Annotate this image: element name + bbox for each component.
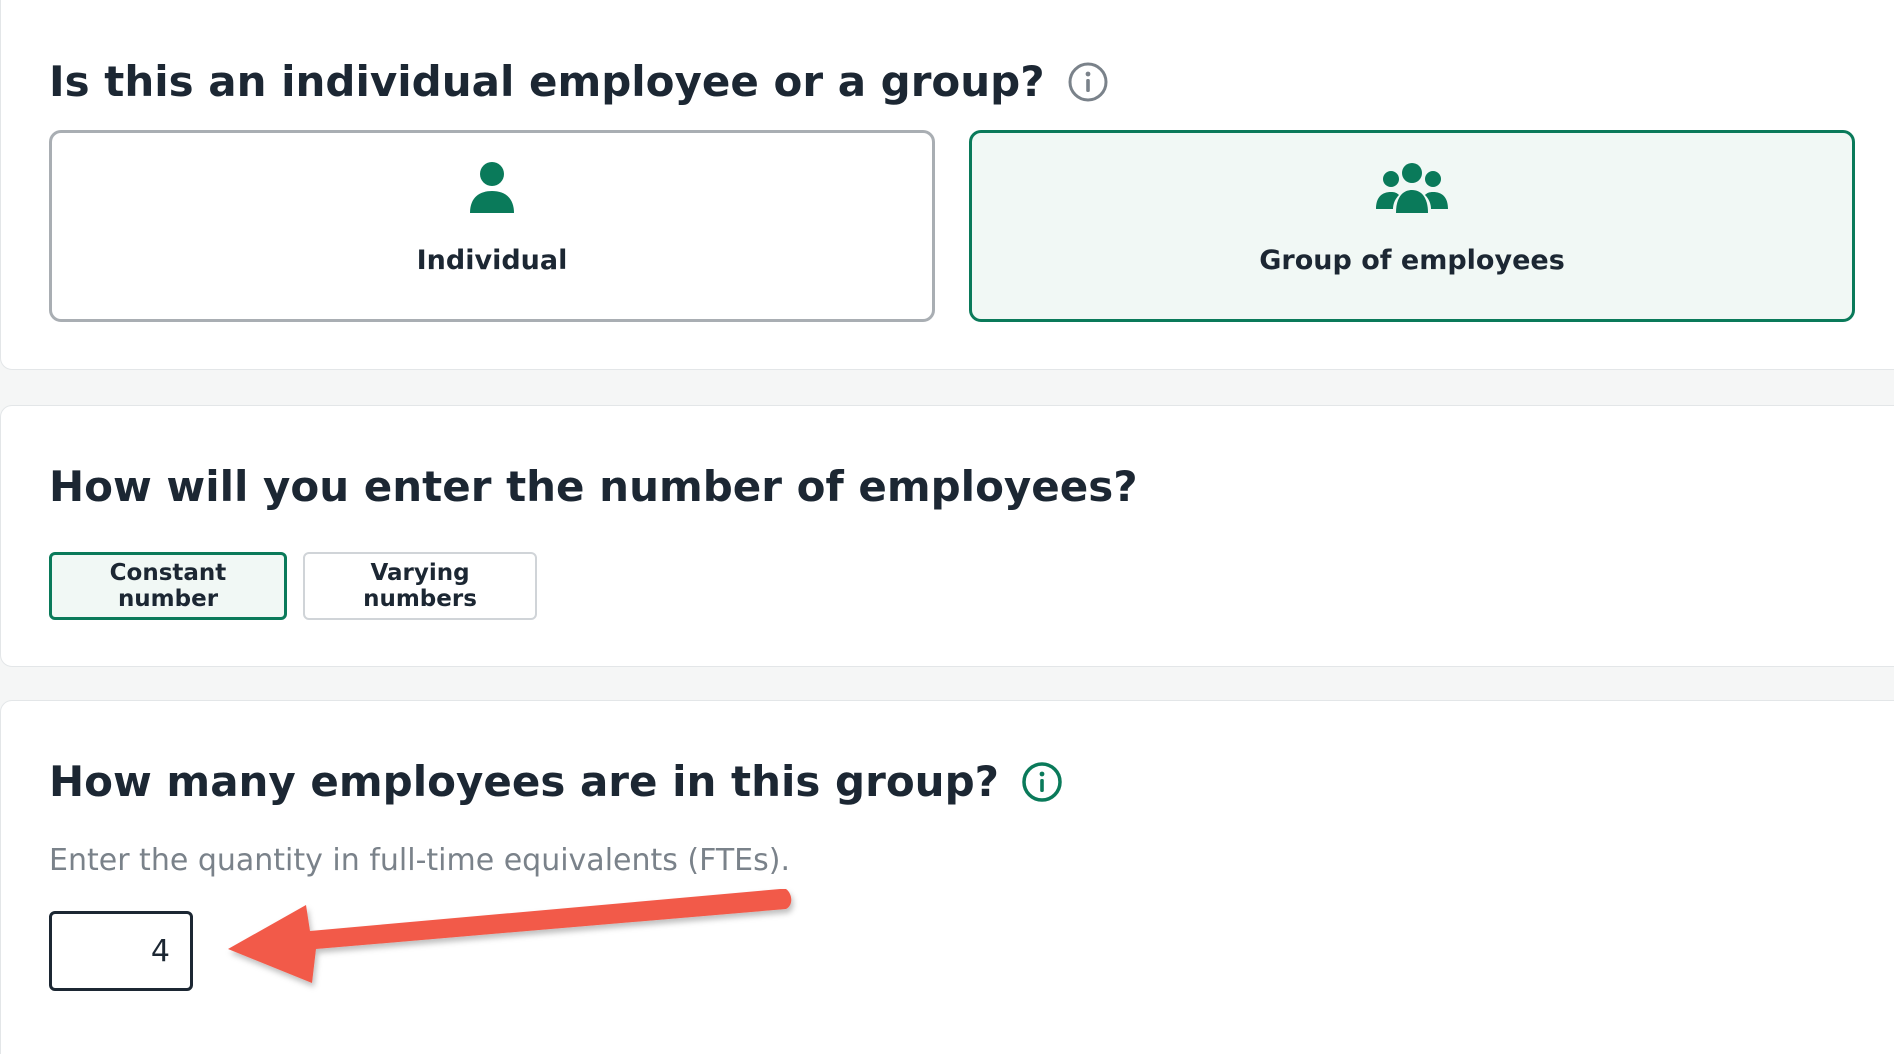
group-icon (1376, 161, 1448, 213)
group-size-card: How many employees are in this group? En… (0, 700, 1894, 1054)
employee-type-question: Is this an individual employee or a grou… (49, 57, 1109, 106)
entry-method-question: How will you enter the number of employe… (49, 462, 1138, 511)
info-icon[interactable] (1067, 61, 1109, 103)
person-icon (456, 161, 528, 213)
fte-hint-text: Enter the quantity in full-time equivale… (49, 843, 791, 878)
entry-method-question-text: How will you enter the number of employe… (49, 462, 1138, 511)
page: Is this an individual employee or a grou… (0, 0, 1894, 1054)
option-group-label: Group of employees (1259, 245, 1565, 276)
employee-type-question-text: Is this an individual employee or a grou… (49, 57, 1045, 106)
info-icon[interactable] (1021, 761, 1063, 803)
group-size-question: How many employees are in this group? (49, 757, 1063, 806)
option-group-of-employees[interactable]: Group of employees (969, 130, 1855, 322)
entry-method-card: How will you enter the number of employe… (0, 405, 1894, 667)
group-size-question-text: How many employees are in this group? (49, 757, 1000, 806)
varying-numbers-button[interactable]: Varying numbers (303, 552, 537, 620)
employee-type-card: Is this an individual employee or a grou… (0, 0, 1894, 370)
option-individual-label: Individual (416, 245, 568, 276)
constant-number-button[interactable]: Constant number (49, 552, 287, 620)
employee-quantity-input[interactable] (49, 911, 193, 991)
option-individual[interactable]: Individual (49, 130, 935, 322)
